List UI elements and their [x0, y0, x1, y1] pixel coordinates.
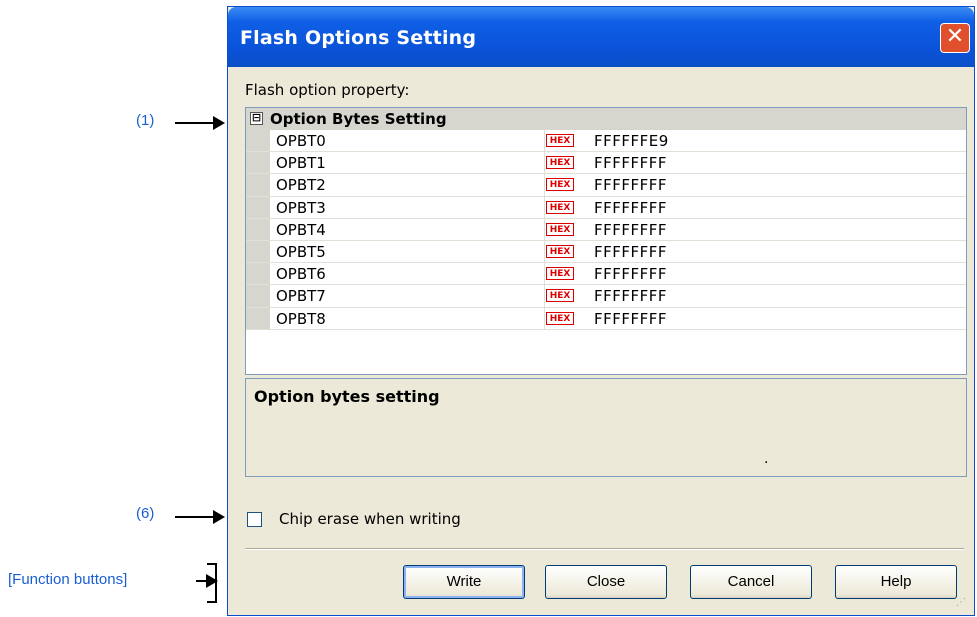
- description-text: .: [764, 451, 769, 467]
- hex-icon: HEX: [546, 134, 574, 147]
- property-value[interactable]: FFFFFFFF: [594, 310, 667, 328]
- write-button[interactable]: Write: [403, 565, 525, 599]
- property-name: OPBT5: [276, 242, 326, 261]
- column-divider: [544, 240, 545, 263]
- title-bar[interactable]: Flash Options Setting ✕: [228, 7, 974, 67]
- property-row-opbt1[interactable]: OPBT1 HEX FFFFFFFF: [246, 152, 966, 175]
- property-row-opbt4[interactable]: OPBT4 HEX FFFFFFFF: [246, 218, 966, 241]
- property-row-opbt8[interactable]: OPBT8 HEX FFFFFFFF: [246, 307, 966, 330]
- hex-icon: HEX: [546, 156, 574, 170]
- hex-icon: HEX: [546, 289, 574, 303]
- property-row-opbt7[interactable]: OPBT7 HEX FFFFFFFF: [246, 285, 966, 308]
- column-divider: [544, 152, 545, 174]
- property-value[interactable]: FFFFFFFF: [594, 287, 667, 305]
- close-icon: ✕: [945, 24, 965, 49]
- property-name: OPBT0: [276, 132, 326, 150]
- hex-icon: HEX: [546, 200, 574, 214]
- close-button[interactable]: Close: [545, 565, 667, 599]
- chip-erase-label[interactable]: Chip erase when writing: [279, 510, 461, 528]
- row-gutter: [246, 263, 270, 285]
- callout-grid-label: (1): [136, 112, 155, 129]
- column-divider: [544, 263, 545, 285]
- description-title: Option bytes setting: [254, 387, 440, 406]
- property-row-opbt2[interactable]: OPBT2 HEX FFFFFFFF: [246, 174, 966, 197]
- callout-grid-arrow: [175, 116, 225, 130]
- row-gutter: [246, 196, 270, 218]
- property-name: OPBT4: [276, 220, 326, 239]
- separator: [245, 548, 964, 550]
- column-divider: [544, 285, 545, 307]
- property-value[interactable]: FFFFFFFF: [594, 243, 667, 261]
- flash-options-dialog: Flash Options Setting ✕ Flash option pro…: [227, 6, 975, 616]
- column-divider: [544, 218, 545, 240]
- resize-grip-icon[interactable]: ⋰: [956, 597, 970, 611]
- column-divider: [544, 307, 545, 329]
- property-name: OPBT8: [276, 309, 326, 328]
- property-name: OPBT2: [276, 176, 326, 195]
- column-divider: [544, 196, 545, 218]
- hex-icon: HEX: [546, 178, 574, 192]
- callout-checkbox-arrow: [175, 510, 225, 524]
- help-button[interactable]: Help: [835, 565, 957, 599]
- description-panel: Option bytes setting .: [245, 378, 967, 477]
- cancel-button[interactable]: Cancel: [690, 565, 812, 599]
- dialog-title: Flash Options Setting: [240, 27, 477, 49]
- column-divider: [544, 130, 545, 152]
- property-name: OPBT3: [276, 198, 326, 217]
- column-divider: [544, 174, 545, 196]
- callout-buttons-label: [Function buttons]: [8, 571, 128, 588]
- callout-checkbox-label: (6): [136, 505, 155, 522]
- property-row-opbt6[interactable]: OPBT6 HEX FFFFFFFF: [246, 263, 966, 286]
- property-value[interactable]: FFFFFFE9: [594, 132, 669, 150]
- property-value[interactable]: FFFFFFFF: [594, 221, 667, 239]
- row-gutter: [246, 285, 270, 307]
- property-name: OPBT6: [276, 265, 326, 284]
- category-row-option-bytes[interactable]: ⊟ Option Bytes Setting: [246, 108, 966, 130]
- property-name: OPBT1: [276, 154, 326, 173]
- dialog-body: Flash option property: ⊟ Option Bytes Se…: [232, 67, 970, 611]
- row-gutter: [246, 130, 270, 152]
- collapse-icon[interactable]: ⊟: [250, 112, 263, 125]
- property-row-opbt3[interactable]: OPBT3 HEX FFFFFFFF: [246, 196, 966, 219]
- hex-icon: HEX: [546, 244, 574, 258]
- property-row-opbt0[interactable]: OPBT0 HEX FFFFFFE9: [246, 130, 966, 153]
- property-label: Flash option property:: [245, 81, 410, 99]
- close-window-button[interactable]: ✕: [940, 23, 970, 53]
- category-label: Option Bytes Setting: [270, 110, 447, 128]
- row-gutter: [246, 307, 270, 329]
- property-name: OPBT7: [276, 287, 326, 306]
- hex-icon: HEX: [546, 311, 574, 325]
- property-value[interactable]: FFFFFFFF: [594, 154, 667, 172]
- property-rows: OPBT0 HEX FFFFFFE9 OPBT1 HEX FFFFFFFF OP…: [246, 130, 966, 330]
- property-row-opbt5[interactable]: OPBT5 HEX FFFFFFFF: [246, 240, 966, 264]
- property-value[interactable]: FFFFFFFF: [594, 199, 667, 217]
- row-gutter: [246, 152, 270, 174]
- row-gutter: [246, 174, 270, 196]
- callout-buttons-bracket: [207, 563, 217, 603]
- hex-icon: HEX: [546, 267, 574, 281]
- hex-icon: HEX: [546, 222, 574, 236]
- row-gutter: [246, 240, 270, 263]
- property-value[interactable]: FFFFFFFF: [594, 265, 667, 283]
- row-gutter: [246, 218, 270, 240]
- property-grid[interactable]: ⊟ Option Bytes Setting OPBT0 HEX FFFFFFE…: [245, 107, 967, 375]
- property-value[interactable]: FFFFFFFF: [594, 176, 667, 194]
- chip-erase-checkbox[interactable]: [247, 512, 262, 527]
